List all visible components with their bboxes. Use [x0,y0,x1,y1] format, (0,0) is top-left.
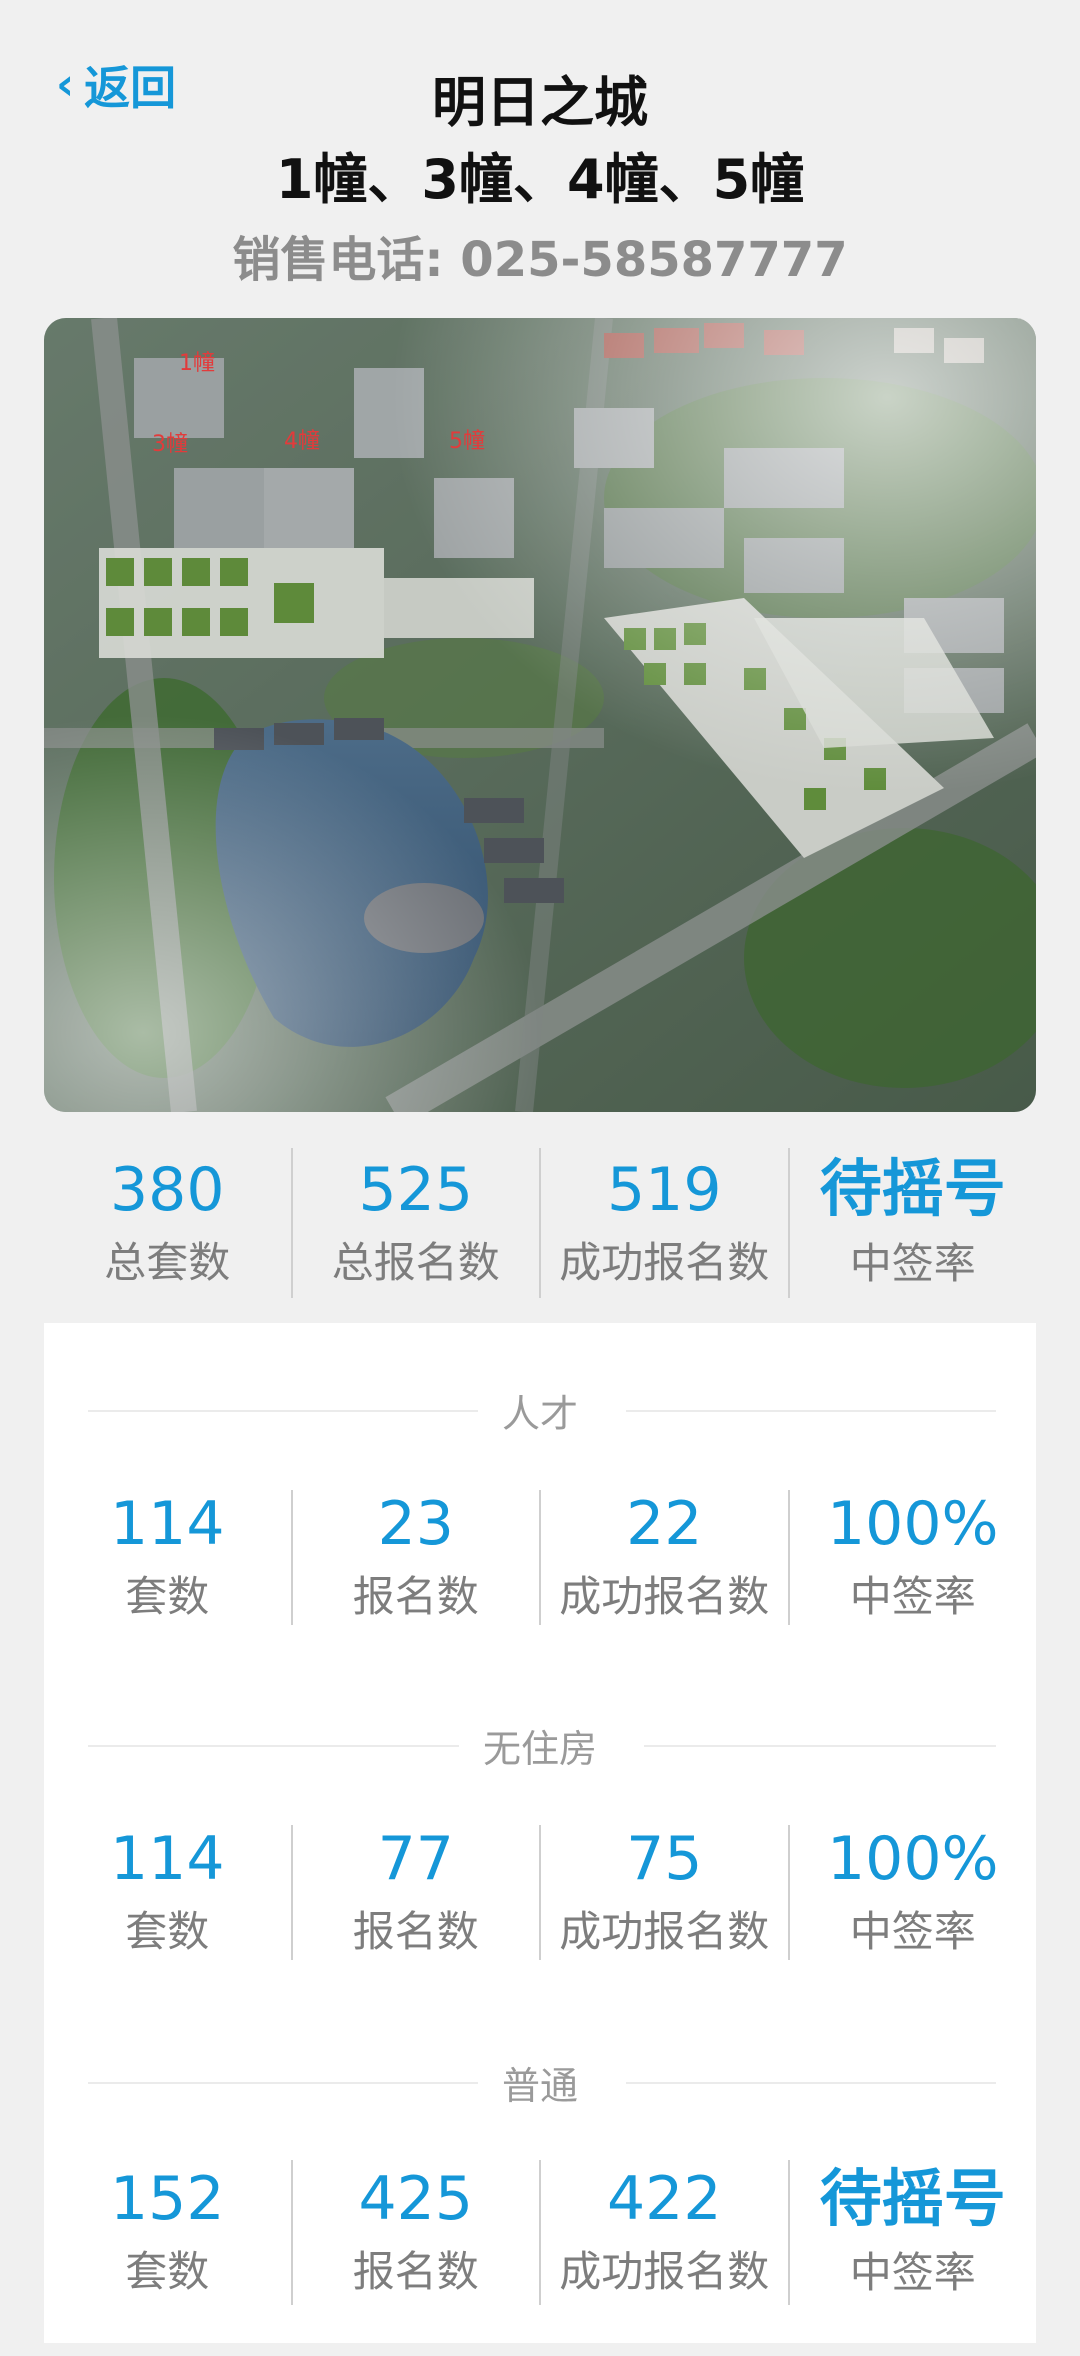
page: ‹ 返回 明日之城 1幢、3幢、4幢、5幢 销售电话: 025-58587777 [0,0,1080,2356]
stat-label: 套数 [125,2247,210,2296]
page-subtitle: 1幢、3幢、4幢、5幢 [275,148,805,211]
stat-units: 152 套数 [44,2160,293,2305]
stat-value: 100% [826,1824,999,1894]
stat-successful-registrations: 22 成功报名数 [541,1490,790,1625]
stat-label: 总报名数 [331,1237,500,1287]
section-title-text: 人才 [477,1382,602,1438]
stat-label: 成功报名数 [559,1237,770,1287]
section-title-ordinary: 普通 [44,2054,1036,2110]
section-title-text: 普通 [477,2054,602,2110]
stat-registrations: 77 报名数 [293,1824,541,1960]
stat-successful-registrations: 75 成功报名数 [541,1825,790,1960]
divider [88,2082,498,2084]
stat-value: 519 [606,1154,722,1225]
stat-win-rate: 待摇号 中签率 [790,2160,1037,2305]
stat-units: 114 套数 [44,1490,293,1625]
stat-label: 报名数 [352,1907,479,1956]
stat-value: 525 [358,1154,474,1225]
divider [626,1410,996,1412]
stat-label: 中签率 [849,2248,976,2298]
stat-value: 待摇号 [819,2161,1006,2235]
section-title-no-housing: 无住房 [44,1717,1036,1773]
stat-value: 380 [109,1154,225,1225]
no-housing-stats: 114 套数 77 报名数 75 成功报名数 100% 中签率 [44,1825,1036,1960]
stat-value: 75 [626,1824,703,1894]
stat-label: 套数 [125,1907,210,1956]
stat-win-rate: 100% 中签率 [790,1490,1037,1625]
stat-value: 77 [377,1824,454,1894]
stat-label: 报名数 [352,2247,479,2296]
divider [88,1745,478,1747]
building-label-4: 4幢 [284,429,320,454]
stat-win-rate: 100% 中签率 [790,1825,1037,1960]
project-aerial-image: 1幢 3幢 4幢 5幢 [44,318,1036,1112]
stat-registrations: 23 报名数 [293,1489,541,1625]
stat-label: 中签率 [849,1572,976,1621]
section-title-text: 无住房 [458,1717,621,1773]
divider [626,2082,996,2084]
stat-value: 422 [606,2164,722,2234]
stat-value: 114 [109,1489,225,1559]
stat-successful-registrations: 519 成功报名数 [541,1148,790,1298]
stat-registrations: 425 报名数 [293,2160,541,2305]
stat-label: 总套数 [104,1237,231,1287]
stat-win-rate: 待摇号 中签率 [790,1148,1037,1298]
stat-label: 成功报名数 [559,2247,770,2296]
stat-units: 114 套数 [44,1825,293,1960]
stat-label: 成功报名数 [559,1907,770,1956]
divider [644,1745,996,1747]
sales-phone[interactable]: 销售电话: 025-58587777 [0,220,1080,290]
stat-label: 中签率 [849,1907,976,1956]
stat-value: 152 [109,2164,225,2234]
stat-value: 114 [109,1824,225,1894]
stat-label: 中签率 [849,1238,976,1288]
section-title-talent: 人才 [44,1382,1036,1438]
ordinary-stats: 152 套数 425 报名数 422 成功报名数 待摇号 中签率 [44,2160,1036,2305]
stat-successful-registrations: 422 成功报名数 [541,2160,790,2305]
stat-label: 报名数 [352,1572,479,1621]
stat-value: 23 [377,1489,454,1559]
stat-value: 425 [358,2164,474,2234]
building-label-5: 5幢 [449,429,485,454]
talent-stats: 114 套数 23 报名数 22 成功报名数 100% 中签率 [44,1490,1036,1625]
divider [88,1410,498,1412]
stat-label: 成功报名数 [559,1572,770,1621]
building-label-1: 1幢 [179,351,215,376]
page-title: 明日之城 [432,71,648,134]
stat-value: 100% [826,1489,999,1559]
summary-stats: 380 总套数 525 总报名数 519 成功报名数 待摇号 中签率 [44,1148,1036,1298]
stat-value: 待摇号 [819,1152,1006,1226]
stat-label: 套数 [125,1572,210,1621]
stat-total-registrations: 525 总报名数 [293,1148,541,1298]
stat-value: 22 [626,1489,703,1559]
building-label-3: 3幢 [152,432,188,457]
stat-total-units: 380 总套数 [44,1148,293,1298]
